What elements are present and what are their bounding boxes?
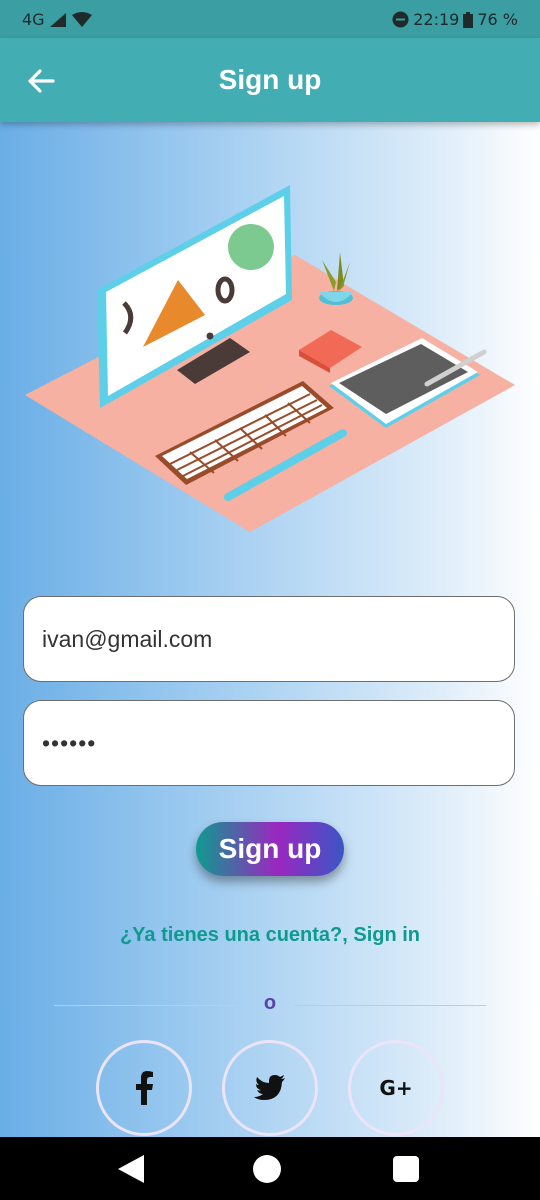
page-title: Sign up bbox=[218, 64, 322, 95]
divider-line-left bbox=[54, 1005, 246, 1006]
status-time: 22:19 bbox=[413, 10, 460, 29]
status-bar: 4G 22:19 76 % bbox=[0, 0, 540, 38]
status-right: 22:19 76 % bbox=[392, 10, 518, 29]
facebook-login-button[interactable] bbox=[96, 1040, 192, 1136]
network-type: 4G bbox=[22, 10, 45, 29]
signal-icon bbox=[49, 12, 66, 27]
battery-level: 76 % bbox=[477, 10, 518, 29]
dnd-icon bbox=[392, 11, 409, 28]
signup-button[interactable]: Sign up bbox=[196, 822, 344, 876]
battery-icon bbox=[463, 11, 474, 28]
google-plus-icon: G+ bbox=[379, 1076, 413, 1100]
signin-link[interactable]: ¿Ya tienes una cuenta?, Sign in bbox=[0, 924, 540, 947]
wifi-icon bbox=[71, 11, 92, 27]
desk-illustration bbox=[25, 185, 515, 532]
system-nav-bar bbox=[0, 1137, 540, 1200]
nav-recents-icon[interactable] bbox=[392, 1155, 420, 1183]
divider-line-right bbox=[294, 1005, 486, 1006]
nav-home-icon[interactable] bbox=[252, 1154, 282, 1184]
status-left: 4G bbox=[22, 10, 93, 29]
email-field[interactable] bbox=[23, 596, 515, 682]
facebook-icon bbox=[136, 1071, 153, 1105]
main-content: Sign up ¿Ya tienes una cuenta?, Sign in … bbox=[0, 122, 540, 1137]
nav-back-icon[interactable] bbox=[116, 1153, 146, 1185]
password-field[interactable] bbox=[23, 700, 515, 786]
divider-text: o bbox=[263, 992, 277, 1014]
app-bar: Sign up bbox=[0, 38, 540, 122]
twitter-icon bbox=[254, 1075, 285, 1100]
google-login-button[interactable]: G+ bbox=[348, 1040, 444, 1136]
twitter-login-button[interactable] bbox=[222, 1040, 318, 1136]
